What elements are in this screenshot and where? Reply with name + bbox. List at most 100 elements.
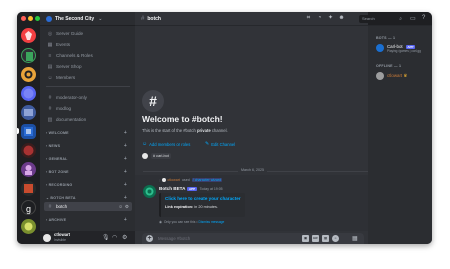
- server-icon-8[interactable]: [21, 162, 36, 177]
- edit-channel-button[interactable]: ✎ Edit Channel: [205, 141, 235, 147]
- members-icon: ☺: [47, 74, 53, 81]
- server-icon-10[interactable]: g: [21, 200, 36, 215]
- gear-icon[interactable]: ⚙: [122, 234, 127, 241]
- server-icon-4[interactable]: [21, 86, 36, 101]
- microphone-icon[interactable]: 🎙: [102, 234, 110, 241]
- main-panel: # botch ⌗ ◔ ✦ ☻ Search ⌕ ▭ ? # Welcome t…: [135, 12, 432, 244]
- server-icon-5[interactable]: [21, 105, 36, 120]
- avatar: [142, 153, 148, 159]
- channel-header: # botch ⌗ ◔ ✦ ☻ Search ⌕ ▭ ?: [135, 12, 432, 26]
- emoji-icon[interactable]: ☺: [332, 235, 339, 242]
- reply-reference[interactable]: ┌ ctlowart used / character wizard: [158, 178, 223, 182]
- book-icon: ▥: [47, 116, 53, 123]
- message-timestamp: Today at 19:05: [199, 186, 223, 191]
- add-channel-icon[interactable]: +: [124, 169, 127, 175]
- add-member-icon[interactable]: ☺: [118, 204, 123, 209]
- bell-icon[interactable]: ◔: [316, 15, 323, 22]
- add-channel-icon[interactable]: +: [124, 130, 127, 136]
- category-welcome[interactable]: › WELCOME +: [46, 129, 131, 136]
- category-botch-beta[interactable]: ⌄ BOTCH BETA +: [46, 194, 131, 201]
- minimize-window-button[interactable]: [28, 16, 33, 21]
- app-badge: APP: [187, 186, 197, 191]
- hashtag-icon: #: [48, 203, 52, 210]
- sticker-icon[interactable]: ▧: [322, 235, 329, 242]
- composer-tools: ▣ GIF ▧ ☺: [302, 235, 339, 242]
- slash-command[interactable]: / character wizard: [191, 178, 223, 182]
- server-icon-7[interactable]: [21, 143, 36, 158]
- member-item[interactable]: ctlowart ♛: [376, 72, 407, 80]
- shop-icon: ▤: [47, 63, 53, 70]
- server-icon-2[interactable]: [21, 48, 36, 63]
- server-icon-9[interactable]: [21, 181, 36, 196]
- add-channel-icon[interactable]: +: [124, 143, 127, 149]
- sidebar-item-events[interactable]: ▦ Events: [44, 40, 132, 49]
- pin-icon[interactable]: ✦: [327, 15, 334, 22]
- hashtag-icon: #: [141, 15, 145, 22]
- member-group-title: OFFLINE — 1: [376, 64, 402, 68]
- avatar: [376, 72, 384, 80]
- server-icon-second-city[interactable]: [21, 124, 36, 139]
- category-archive[interactable]: › ARCHIVE +: [46, 216, 131, 223]
- inbox-icon[interactable]: ▭: [410, 15, 416, 22]
- sidebar-item-members[interactable]: ☺ Members: [44, 73, 132, 82]
- avatar[interactable]: [43, 233, 51, 242]
- category-news[interactable]: › NEWS +: [46, 142, 131, 149]
- search-icon: ⌕: [399, 16, 402, 22]
- headphones-icon[interactable]: ◠: [112, 234, 117, 241]
- sidebar-item-server-shop[interactable]: ▤ Server Shop: [44, 62, 132, 71]
- header-toolbar: ⌗ ◔ ✦ ☻: [305, 15, 345, 22]
- search-input[interactable]: Search ⌕: [359, 15, 404, 23]
- add-channel-icon[interactable]: +: [124, 217, 127, 223]
- avatar: [161, 178, 166, 182]
- server-rail: g: [17, 26, 40, 244]
- welcome-title: Welcome to #botch!: [142, 114, 223, 124]
- members-icon[interactable]: ☻: [338, 15, 345, 22]
- channel-welcome-icon: #: [142, 90, 164, 112]
- add-members-button[interactable]: ☺ Add members or roles: [142, 141, 190, 147]
- dismiss-message-link[interactable]: Dismiss message: [198, 220, 224, 224]
- message-composer[interactable]: + Message #botch ▣ GIF ▧ ☺ ▦: [142, 233, 364, 244]
- reply-username: ctlowart: [167, 178, 180, 182]
- user-name: ctlowart: [54, 232, 71, 237]
- gif-icon[interactable]: GIF: [312, 235, 319, 242]
- gear-icon[interactable]: ⚙: [125, 204, 129, 210]
- message-embed: Click here to create your character Link…: [159, 193, 245, 217]
- welcome-subtitle: This is the start of the #botch private …: [142, 128, 228, 133]
- help-icon[interactable]: ?: [422, 15, 425, 21]
- reply-corner-icon: ┌: [158, 178, 161, 182]
- member-item[interactable]: Carl-bot APP Playing /games | carl.gg: [376, 44, 421, 53]
- member-status: Playing /games | carl.gg: [387, 49, 421, 53]
- sidebar-item-server-guide[interactable]: ◎ Server Guide: [44, 29, 132, 38]
- message-author[interactable]: Botch BETA: [159, 186, 185, 191]
- compass-icon: ◎: [47, 30, 53, 37]
- channel-botch[interactable]: # botch ☺ ⚙: [44, 202, 132, 211]
- gift-icon[interactable]: ▣: [302, 235, 309, 242]
- member-pill[interactable]: # carl-bot: [151, 153, 171, 159]
- user-info[interactable]: ctlowart Invisible: [54, 232, 71, 242]
- channel-documentation[interactable]: ▥ documentation: [44, 115, 132, 124]
- category-bot-zone[interactable]: › BOT ZONE +: [46, 168, 131, 175]
- add-channel-icon[interactable]: +: [124, 156, 127, 162]
- add-channel-icon[interactable]: +: [124, 182, 127, 188]
- attach-plus-icon[interactable]: +: [146, 235, 153, 242]
- channel-moderator-only[interactable]: # moderator-only: [44, 93, 132, 102]
- embed-field: Link expiration: in 20 minutes.: [165, 205, 218, 209]
- apps-icon[interactable]: ▦: [352, 235, 358, 242]
- bot-avatar[interactable]: [143, 185, 156, 198]
- add-channel-icon[interactable]: +: [124, 195, 127, 201]
- sidebar-item-channels-roles[interactable]: ≡ Channels & Roles: [44, 51, 132, 60]
- server-icon-3[interactable]: [21, 67, 36, 82]
- member-list: BOTS — 1 Carl-bot APP Playing /games | c…: [368, 26, 432, 244]
- threads-icon[interactable]: ⌗: [305, 15, 312, 22]
- category-general[interactable]: › GENERAL +: [46, 155, 131, 162]
- close-window-button[interactable]: [21, 16, 26, 21]
- guild-header[interactable]: The Second City ⌄: [40, 12, 135, 26]
- ephemeral-note: ◉ Only you can see this • Dismiss messag…: [159, 220, 225, 224]
- server-icon-home[interactable]: [21, 28, 36, 43]
- category-recording[interactable]: › RECORDING +: [46, 181, 131, 188]
- embed-link[interactable]: Click here to create your character: [165, 196, 241, 201]
- server-icon-11[interactable]: [21, 219, 36, 234]
- channel-modlog[interactable]: # modlog: [44, 104, 132, 113]
- hashtag-lock-icon: #: [48, 94, 52, 101]
- system-message-row: # carl-bot: [142, 153, 171, 159]
